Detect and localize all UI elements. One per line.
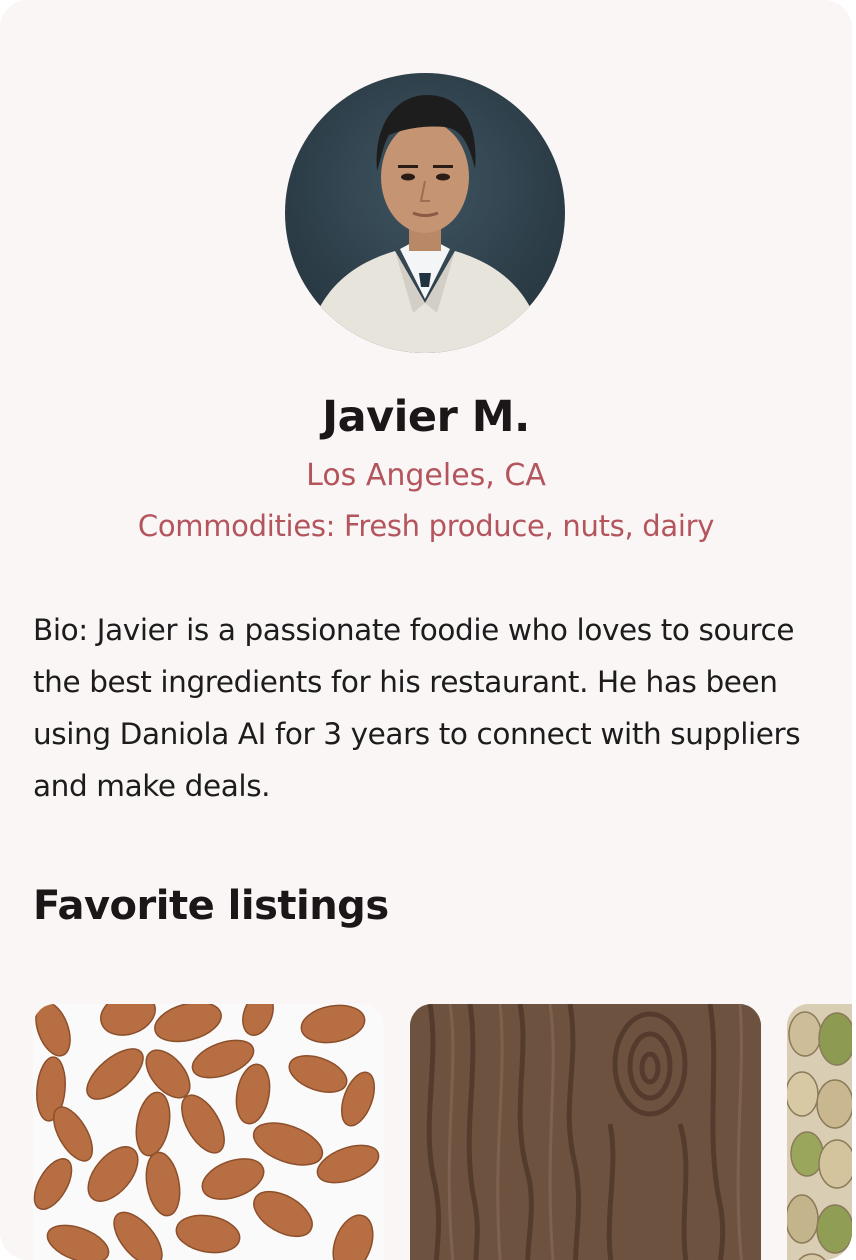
walnut-wood-image — [410, 1004, 761, 1260]
almonds-image — [33, 1004, 380, 1260]
listing-card-walnut-wood[interactable] — [410, 1004, 761, 1260]
favorite-listings-heading: Favorite listings — [33, 883, 389, 929]
profile-bio: Bio: Javier is a passionate foodie who l… — [33, 613, 801, 803]
profile-card: Javier M. Los Angeles, CA Commodities: F… — [0, 0, 852, 1260]
person-portrait-image — [305, 95, 545, 353]
profile-location: Los Angeles, CA — [306, 458, 546, 493]
pistachios-image — [787, 1004, 852, 1260]
profile-name: Javier M. — [322, 392, 530, 442]
listing-card-pistachios[interactable] — [787, 1004, 852, 1260]
listing-card-almonds[interactable] — [33, 1004, 384, 1260]
profile-commodities: Commodities: Fresh produce, nuts, dairy — [137, 509, 715, 543]
profile-avatar — [285, 73, 565, 353]
